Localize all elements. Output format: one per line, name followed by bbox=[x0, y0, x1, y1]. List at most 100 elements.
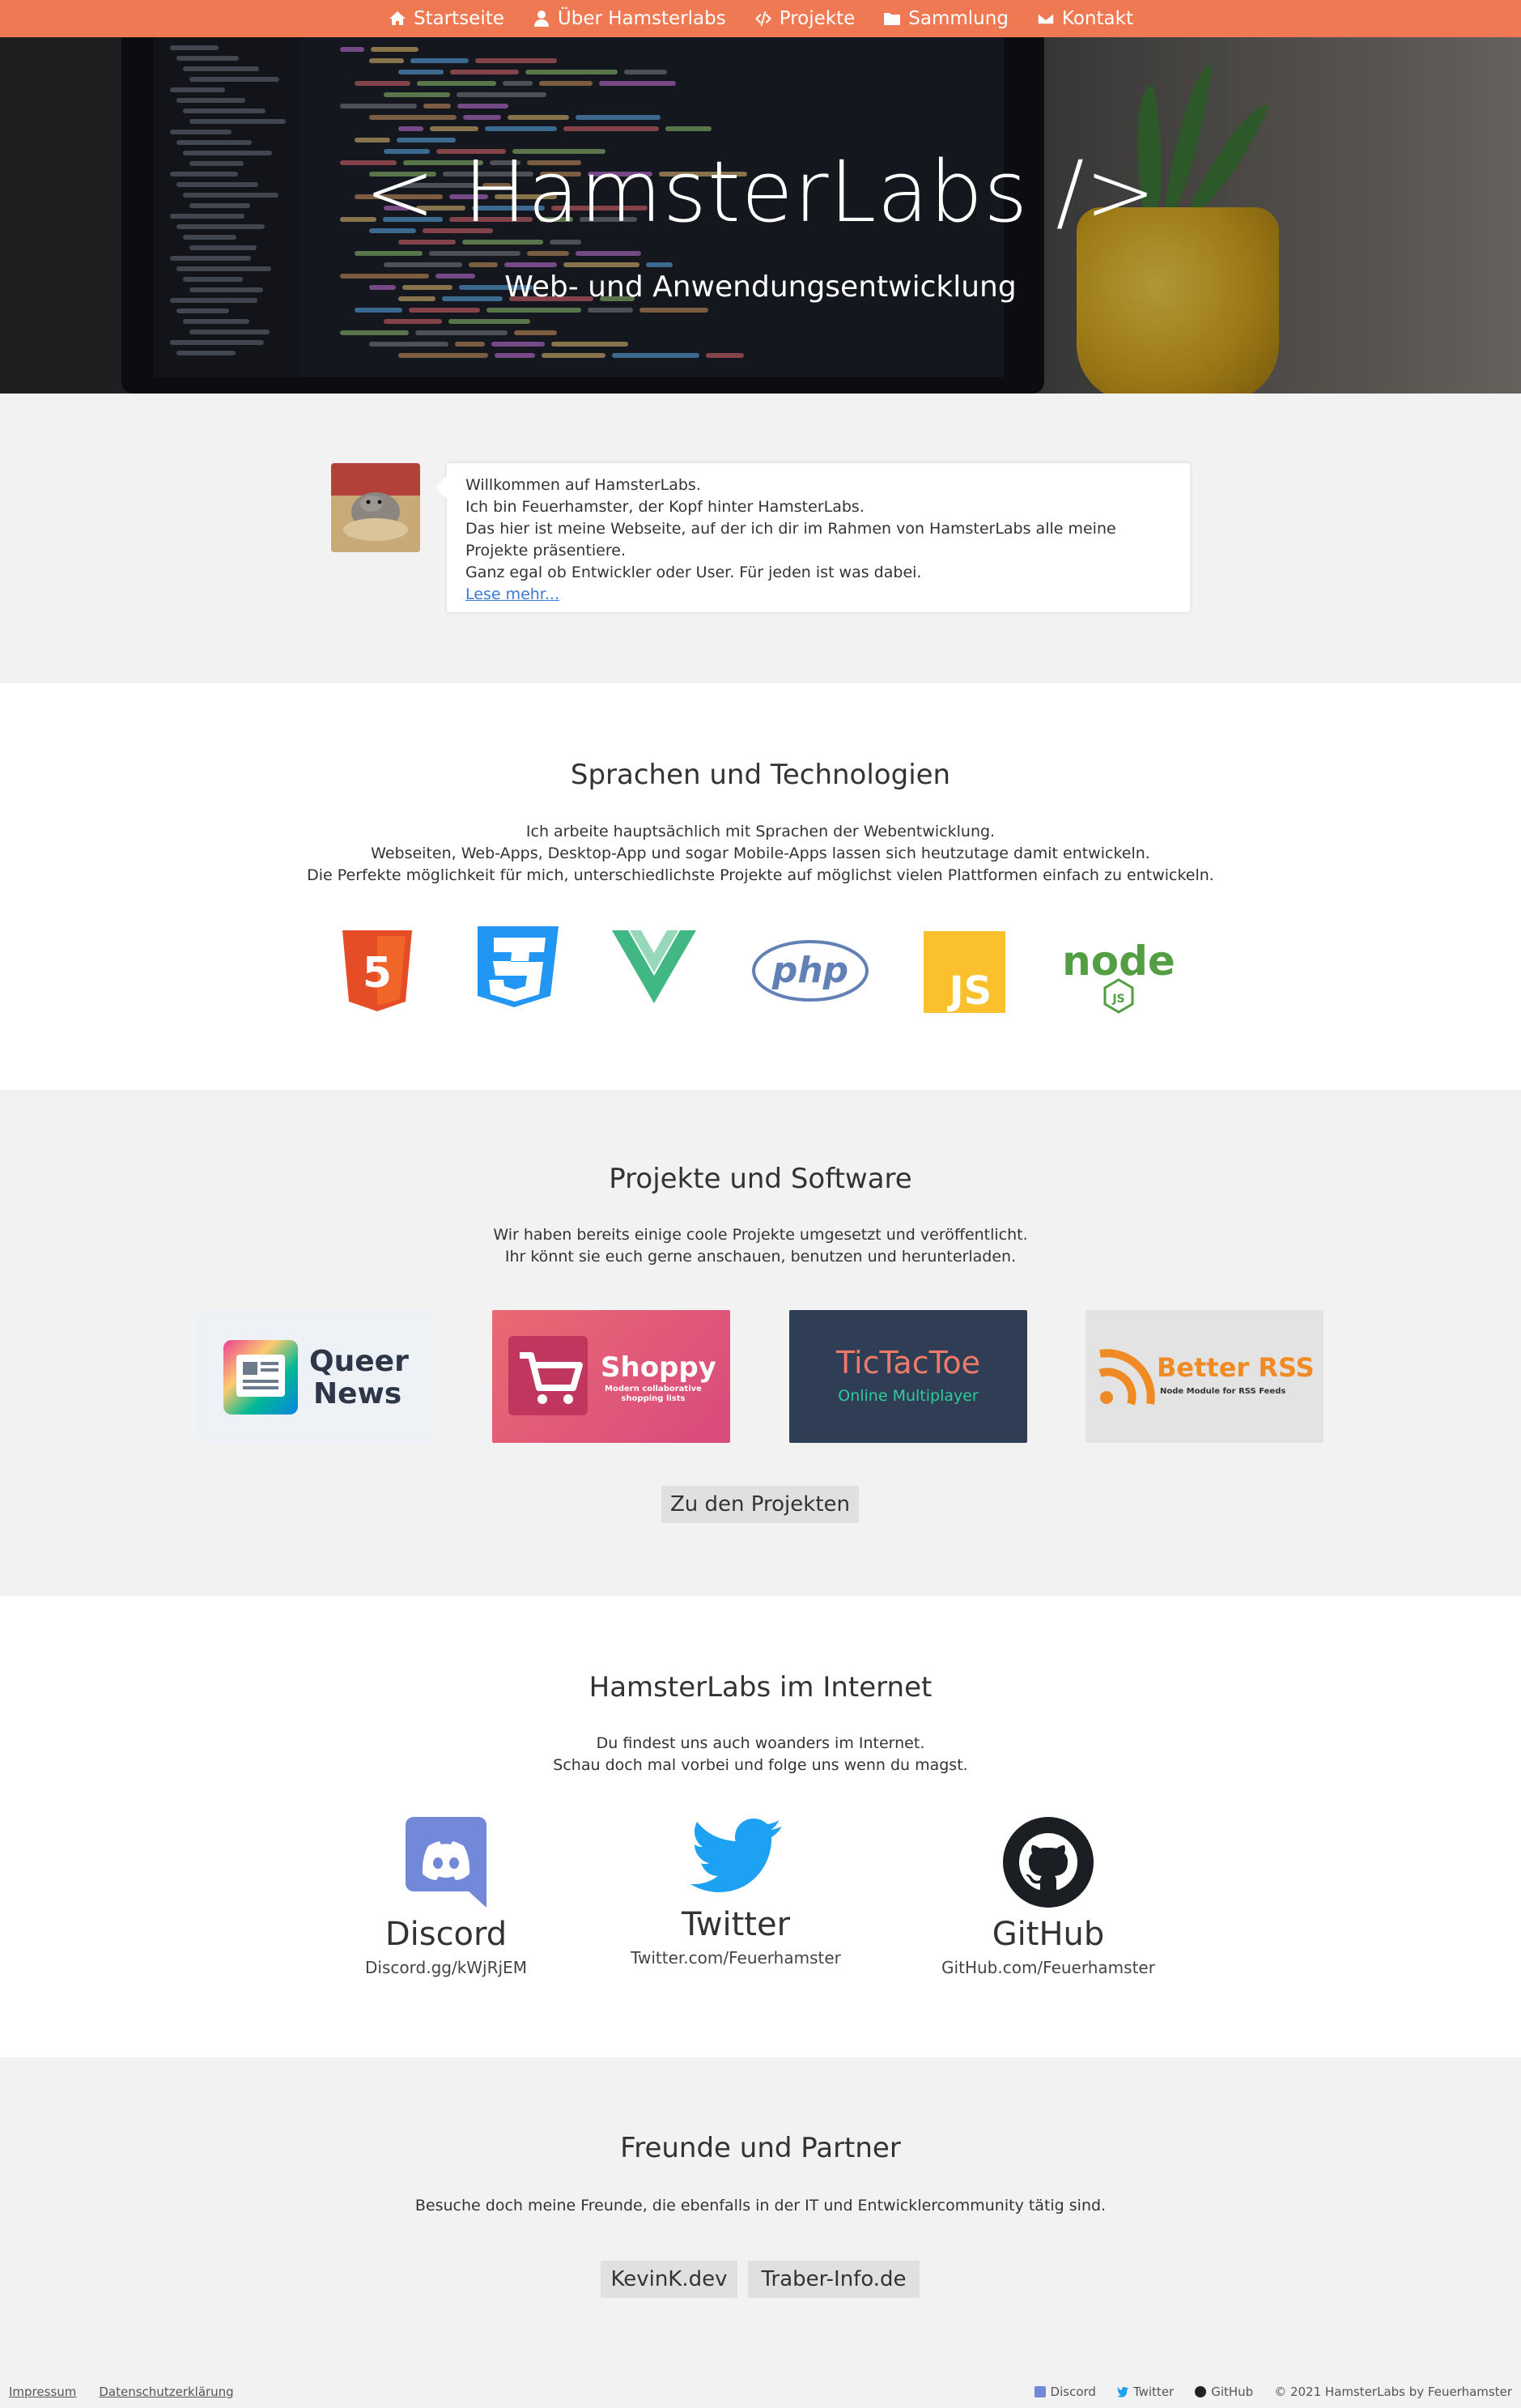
github-icon bbox=[1195, 2386, 1207, 2397]
section-title: Projekte und Software bbox=[609, 1163, 912, 1195]
section-text: Ich arbeite hauptsächlich mit Sprachen d… bbox=[0, 821, 1521, 887]
svg-text:Better RSS: Better RSS bbox=[1157, 1352, 1315, 1383]
footer-link-label: GitHub bbox=[1211, 2385, 1254, 2399]
welcome-message: Willkommen auf HamsterLabs. Ich bin Feue… bbox=[435, 463, 1190, 612]
discord-icon bbox=[406, 1817, 486, 1908]
nav-item-sammlung[interactable]: Sammlung bbox=[882, 8, 1009, 29]
home-icon bbox=[389, 11, 406, 25]
social-name: Discord bbox=[384, 1916, 508, 1953]
text-line: Wir haben bereits einige coole Projekte … bbox=[493, 1226, 1028, 1244]
welcome-line: Willkommen auf HamsterLabs. bbox=[465, 476, 701, 494]
svg-text:TicTacToe: TicTacToe bbox=[835, 1345, 980, 1381]
social-name: GitHub bbox=[992, 1916, 1105, 1953]
hero-banner: < HamsterLabs /> Web- und Anwendungsentw… bbox=[0, 37, 1521, 394]
footer-social: Discord Twitter GitHub © 2021 HamsterLab… bbox=[1034, 2385, 1512, 2399]
avatar bbox=[331, 463, 420, 552]
section-title: HamsterLabs im Internet bbox=[588, 1671, 933, 1704]
internet-section: HamsterLabs im Internet Du findest uns a… bbox=[0, 1596, 1521, 2057]
vue-icon bbox=[612, 930, 696, 1003]
svg-text:php: php bbox=[771, 950, 848, 991]
section-text: Besuche doch meine Freunde, die ebenfall… bbox=[414, 2197, 1107, 2214]
better-rss-logo: Better RSS Node Module for RSS Feeds bbox=[1098, 1349, 1315, 1406]
nav-item-label: Kontakt bbox=[1061, 8, 1133, 29]
friend-button-traber[interactable]: Traber-Info.de bbox=[748, 2261, 920, 2298]
footer-links: Impressum Datenschutzerklärung bbox=[9, 2385, 234, 2399]
section-text: Du findest uns auch woanders im Internet… bbox=[0, 1733, 1521, 1776]
tech-section: Sprachen und Technologien Ich arbeite ha… bbox=[0, 683, 1521, 1090]
footer-github-link[interactable]: GitHub bbox=[1195, 2385, 1253, 2399]
welcome-line: Ich bin Feuerhamster, der Kopf hinter Ha… bbox=[465, 498, 865, 516]
section-title: Sprachen und Technologien bbox=[570, 759, 951, 791]
nodejs-icon: node JS bbox=[1062, 938, 1175, 1014]
project-card-better-rss[interactable]: Better RSS Node Module for RSS Feeds bbox=[1086, 1310, 1323, 1443]
user-icon bbox=[533, 11, 549, 27]
text-line: Webseiten, Web-Apps, Desktop-App und sog… bbox=[371, 845, 1150, 862]
github-icon bbox=[1003, 1817, 1094, 1908]
tictactoe-logo: TicTacToe Online Multiplayer bbox=[835, 1345, 980, 1405]
javascript-icon: JS bbox=[924, 931, 1005, 1013]
text-line: Schau doch mal vorbei und folge uns wenn… bbox=[553, 1756, 968, 1774]
text-line: Ihr könnt sie euch gerne anschauen, benu… bbox=[504, 1248, 1017, 1266]
envelope-icon bbox=[1037, 12, 1055, 25]
queer-news-logo: Queer News bbox=[223, 1340, 409, 1415]
twitter-icon bbox=[1116, 2386, 1128, 2397]
hero-subtitle: Web- und Anwendungsentwicklung bbox=[504, 270, 1017, 304]
nav-item-kontakt[interactable]: Kontakt bbox=[1036, 8, 1133, 29]
welcome-line: Das hier ist meine Webseite, auf der ich… bbox=[465, 520, 1116, 559]
svg-text:News: News bbox=[313, 1377, 401, 1410]
svg-text:Online Multiplayer: Online Multiplayer bbox=[838, 1387, 979, 1405]
social-github[interactable]: GitHub GitHub.com/Feuerhamster bbox=[939, 1817, 1158, 1977]
hamster-photo bbox=[331, 463, 420, 552]
html5-icon: 5 bbox=[342, 930, 412, 1011]
privacy-link[interactable]: Datenschutzerklärung bbox=[99, 2385, 233, 2399]
friend-button-kevink[interactable]: KevinK.dev bbox=[601, 2261, 737, 2298]
social-name: Twitter bbox=[681, 1906, 791, 1943]
social-link: Discord.gg/kWjRjEM bbox=[365, 1958, 527, 1977]
copyright-text: © 2021 HamsterLabs by Feuerhamster bbox=[1274, 2385, 1512, 2399]
project-card-tictactoe[interactable]: TicTacToe Online Multiplayer bbox=[789, 1310, 1027, 1443]
impressum-link[interactable]: Impressum bbox=[9, 2385, 76, 2399]
nav-item-label: Über Hamsterlabs bbox=[557, 8, 726, 29]
top-navigation: Startseite Über Hamsterlabs Projekte Sam… bbox=[0, 0, 1521, 37]
css3-icon bbox=[478, 926, 559, 1007]
section-title: Freunde und Partner bbox=[620, 2132, 901, 2164]
projects-section: Projekte und Software Wir haben bereits … bbox=[0, 1090, 1521, 1596]
svg-text:Shoppy: Shoppy bbox=[601, 1351, 716, 1384]
svg-text:JS: JS bbox=[1111, 993, 1124, 1006]
nav-item-label: Projekte bbox=[779, 8, 856, 29]
projects-button[interactable]: Zu den Projekten bbox=[661, 1486, 859, 1523]
php-icon: php bbox=[752, 940, 869, 1002]
nav-item-label: Sammlung bbox=[908, 8, 1009, 29]
svg-text:JS: JS bbox=[947, 968, 992, 1013]
read-more-link[interactable]: Lese mehr... bbox=[465, 584, 1171, 606]
social-twitter[interactable]: Twitter Twitter.com/Feuerhamster bbox=[623, 1817, 848, 1968]
text-line: Die Perfekte möglichkeit für mich, unter… bbox=[307, 866, 1214, 884]
text-line: Ich arbeite hauptsächlich mit Sprachen d… bbox=[525, 823, 996, 840]
twitter-icon bbox=[690, 1819, 781, 1892]
svg-text:5: 5 bbox=[363, 949, 392, 998]
project-card-shoppy[interactable]: Shoppy Modern collaborative shopping lis… bbox=[492, 1310, 730, 1443]
section-text: Wir haben bereits einige coole Projekte … bbox=[0, 1224, 1521, 1268]
footer-discord-link[interactable]: Discord bbox=[1034, 2385, 1096, 2399]
hero-title: < HamsterLabs /> bbox=[364, 143, 1157, 241]
friends-section: Freunde und Partner Besuche doch meine F… bbox=[0, 2057, 1521, 2373]
social-discord[interactable]: Discord Discord.gg/kWjRjEM bbox=[356, 1817, 536, 1977]
footer: Impressum Datenschutzerklärung Discord T… bbox=[0, 2373, 1521, 2408]
footer-link-label: Discord bbox=[1050, 2385, 1096, 2399]
svg-text:Node Module for RSS Feeds: Node Module for RSS Feeds bbox=[1160, 1387, 1285, 1396]
social-link: GitHub.com/Feuerhamster bbox=[941, 1958, 1155, 1977]
nav-item-ueber[interactable]: Über Hamsterlabs bbox=[532, 8, 726, 29]
shoppy-logo: Shoppy Modern collaborative shopping lis… bbox=[508, 1336, 716, 1415]
text-line: Du findest uns auch woanders im Internet… bbox=[596, 1734, 925, 1752]
nav-item-projekte[interactable]: Projekte bbox=[754, 8, 856, 29]
svg-text:node: node bbox=[1062, 938, 1175, 985]
project-card-queer-news[interactable]: Queer News bbox=[196, 1310, 434, 1443]
nav-item-label: Startseite bbox=[414, 8, 504, 29]
social-link: Twitter.com/Feuerhamster bbox=[631, 1948, 841, 1968]
discord-icon bbox=[1034, 2386, 1046, 2397]
folder-icon bbox=[884, 13, 901, 25]
footer-twitter-link[interactable]: Twitter bbox=[1116, 2385, 1174, 2399]
code-icon bbox=[754, 11, 771, 26]
welcome-section: Willkommen auf HamsterLabs. Ich bin Feue… bbox=[0, 394, 1521, 683]
nav-item-startseite[interactable]: Startseite bbox=[388, 8, 504, 29]
